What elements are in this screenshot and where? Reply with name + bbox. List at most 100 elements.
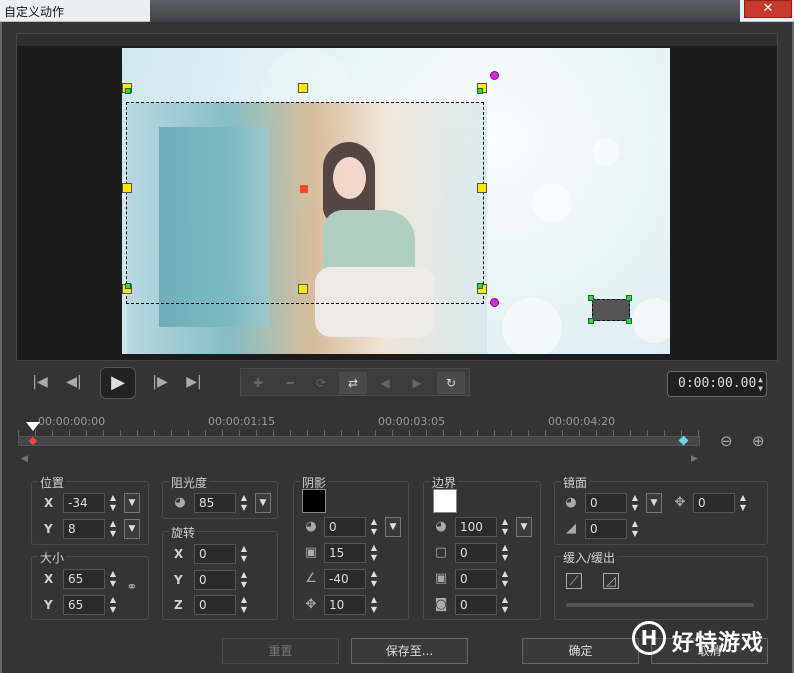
distort-handle-tr[interactable] <box>477 88 483 94</box>
rotation-z-input[interactable]: 0 <box>194 595 236 615</box>
resize-handle-bm[interactable] <box>298 284 308 294</box>
save-to-button[interactable]: 保存至... <box>351 638 468 664</box>
spin-arrows-icon[interactable]: ▲ ▼ <box>368 517 380 537</box>
resize-handle-ml[interactable] <box>122 183 132 193</box>
ease-slider[interactable] <box>566 603 754 607</box>
shadow-blur-input[interactable]: 15 <box>324 543 366 563</box>
spin-arrows-icon[interactable]: ▲ ▼ <box>499 569 511 589</box>
dropdown-icon[interactable]: ▼ <box>124 519 140 539</box>
spin-arrows-icon[interactable]: ▲ ▼ <box>368 569 380 589</box>
border-opacity-input[interactable]: 100 <box>455 517 497 537</box>
swap-keyframe-button[interactable]: ⇄ <box>339 372 367 394</box>
spin-arrows-icon[interactable]: ▲ ▼ <box>107 519 119 539</box>
distort-handle-bl[interactable] <box>125 283 131 289</box>
scroll-left-icon[interactable]: ◀ <box>21 454 28 464</box>
watermark-text: 好特游戏 <box>672 631 765 656</box>
border-blur-input[interactable]: 0 <box>455 595 497 615</box>
next-keyframe-button[interactable]: ▶ <box>403 372 431 394</box>
timecode-field[interactable]: 0:00:00.00 ▲ ▼ <box>667 371 767 397</box>
size-x-input[interactable]: 65 <box>63 569 105 589</box>
reset-button[interactable]: 重置 <box>222 638 339 664</box>
go-to-end-button[interactable]: ▶| <box>182 372 206 392</box>
shadow-handle-br[interactable] <box>626 318 632 324</box>
spin-arrows-icon[interactable]: ▲ ▼ <box>499 543 511 563</box>
spin-arrows-icon[interactable]: ▲ ▼ <box>107 569 119 589</box>
previous-keyframe-button[interactable]: ◀ <box>371 372 399 394</box>
border-color-swatch[interactable] <box>433 489 457 513</box>
reverse-keyframe-button[interactable]: ⟳ <box>307 372 335 394</box>
dropdown-icon[interactable]: ▼ <box>646 493 662 513</box>
mirror-distance-input[interactable]: 0 <box>585 519 627 539</box>
spin-arrows-icon[interactable]: ▲ ▼ <box>737 493 749 513</box>
dropdown-icon[interactable]: ▼ <box>385 517 401 537</box>
spin-arrows-icon[interactable]: ▲ ▼ <box>499 517 511 537</box>
spin-arrows-icon[interactable]: ▲ ▼ <box>499 595 511 615</box>
preview-canvas[interactable] <box>122 48 670 354</box>
rotation-x-input[interactable]: 0 <box>194 544 236 564</box>
mirror-opacity-input[interactable]: 0 <box>585 493 627 513</box>
rotation-y-input[interactable]: 0 <box>194 570 236 590</box>
go-to-start-button[interactable]: |◀ <box>28 372 52 392</box>
rotate-handle-top[interactable] <box>490 71 499 80</box>
playhead[interactable] <box>26 422 40 431</box>
rotate-handle-bottom[interactable] <box>490 298 499 307</box>
play-button[interactable]: ▶ <box>100 367 136 399</box>
shadow-distance-input[interactable]: 10 <box>324 595 366 615</box>
scroll-right-icon[interactable]: ▶ <box>691 454 698 464</box>
ok-button[interactable]: 确定 <box>522 638 639 664</box>
timeline-track[interactable] <box>18 436 700 446</box>
link-icon[interactable]: ⚭ <box>124 580 140 596</box>
dropdown-icon[interactable]: ▼ <box>255 493 271 513</box>
shadow-opacity-input[interactable]: 0 <box>324 517 366 537</box>
position-y-input[interactable]: 8 <box>63 519 105 539</box>
opacity-input[interactable]: 85 <box>194 493 236 513</box>
shadow-angle-input[interactable]: -40 <box>324 569 366 589</box>
shadow-handle-tl[interactable] <box>588 295 594 301</box>
dropdown-icon[interactable]: ▼ <box>124 493 140 513</box>
position-x-input[interactable]: -34 <box>63 493 105 513</box>
border-transparency-icon: ▣ <box>434 571 448 586</box>
previous-frame-button[interactable]: ◀| <box>62 372 86 392</box>
shadow-object[interactable] <box>592 299 630 321</box>
remove-keyframe-button[interactable]: ━ <box>276 372 304 394</box>
distort-handle-br[interactable] <box>477 283 483 289</box>
close-button[interactable]: ✕ <box>744 0 792 18</box>
center-anchor[interactable] <box>300 185 308 193</box>
spin-arrows-icon[interactable]: ▲ ▼ <box>758 375 763 393</box>
ease-group: 缓入/缓出 <box>554 549 768 620</box>
spin-arrows-icon[interactable]: ▲ ▼ <box>107 595 119 615</box>
spin-arrows-icon[interactable]: ▲ ▼ <box>238 493 250 513</box>
border-width-input[interactable]: 0 <box>455 543 497 563</box>
resize-handle-tm[interactable] <box>298 83 308 93</box>
shadow-handle-tr[interactable] <box>626 295 632 301</box>
shadow-opacity-icon: ◕ <box>305 519 317 534</box>
spin-arrows-icon[interactable]: ▲ ▼ <box>629 519 641 539</box>
spin-arrows-icon[interactable]: ▲ ▼ <box>238 570 250 590</box>
reset-keyframe-button[interactable]: ↻ <box>437 372 465 394</box>
ease-in-icon[interactable]: ⟋ <box>566 573 582 589</box>
spin-arrows-icon[interactable]: ▲ ▼ <box>629 493 641 513</box>
spin-arrows-icon[interactable]: ▲ ▼ <box>238 544 250 564</box>
timeline[interactable]: 00:00:00:00 00:00:01:15 00:00:03:05 00:0… <box>18 412 778 464</box>
spin-arrows-icon[interactable]: ▲ ▼ <box>368 595 380 615</box>
resize-handle-mr[interactable] <box>477 183 487 193</box>
dropdown-icon[interactable]: ▼ <box>516 517 532 537</box>
zoom-in-icon[interactable]: ⊕ <box>752 432 765 450</box>
rotation-z-label: Z <box>174 598 183 612</box>
border-transparency-input[interactable]: 0 <box>455 569 497 589</box>
spin-arrows-icon[interactable]: ▲ ▼ <box>238 595 250 615</box>
zoom-out-icon[interactable]: ⊖ <box>720 432 733 450</box>
size-y-input[interactable]: 65 <box>63 595 105 615</box>
selection-box <box>126 102 484 304</box>
add-keyframe-button[interactable]: ✚ <box>244 372 272 394</box>
shadow-angle-icon: ∠ <box>305 571 317 586</box>
shadow-color-swatch[interactable] <box>302 489 326 513</box>
spin-arrows-icon[interactable]: ▲ ▼ <box>107 493 119 513</box>
position-x-label: X <box>44 496 54 510</box>
next-frame-button[interactable]: |▶ <box>148 372 172 392</box>
shadow-handle-bl[interactable] <box>588 318 594 324</box>
ease-out-icon[interactable]: ◿ <box>603 573 619 589</box>
spin-arrows-icon[interactable]: ▲ ▼ <box>368 543 380 563</box>
mirror-gap-input[interactable]: 0 <box>693 493 735 513</box>
distort-handle-tl[interactable] <box>125 88 131 94</box>
